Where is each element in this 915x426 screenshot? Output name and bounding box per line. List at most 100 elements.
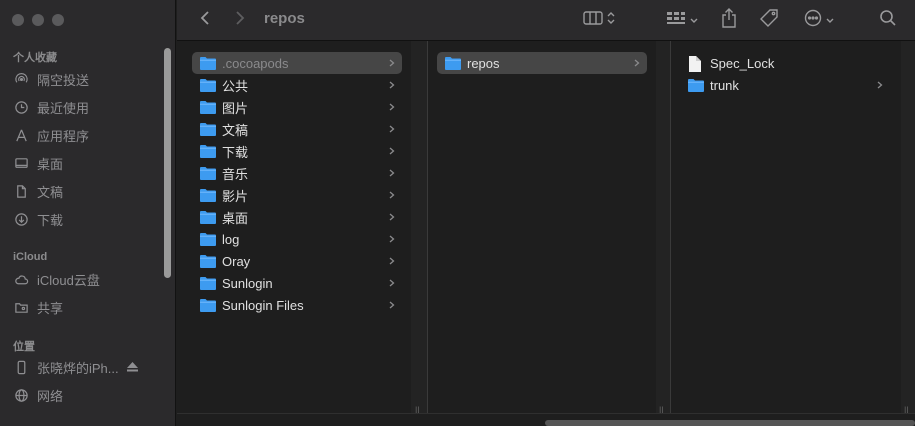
sidebar-item-desktop[interactable]: 桌面 (13, 152, 163, 174)
eject-icon[interactable] (126, 362, 138, 372)
folder-icon (688, 78, 704, 92)
sidebar-item-recents[interactable]: 最近使用 (13, 96, 163, 118)
chevron-right-icon (388, 79, 396, 91)
back-button[interactable] (195, 8, 215, 32)
list-item[interactable]: Sunlogin (192, 272, 402, 294)
chevron-right-icon (388, 145, 396, 157)
chevron-down-icon (690, 11, 698, 29)
folder-icon (200, 144, 216, 158)
sidebar-item-label: 桌面 (37, 156, 64, 172)
chevron-right-icon (388, 101, 396, 113)
folder-icon (200, 100, 216, 114)
group-button[interactable] (662, 8, 702, 32)
chevron-right-icon (388, 255, 396, 267)
minimize-window-button[interactable] (32, 14, 44, 26)
column-browser: .cocoapods 公共 图片 文稿 下载 音乐 影片 桌面 log Oray Sunlogin S… (177, 40, 915, 426)
list-item[interactable]: Oray (192, 250, 402, 272)
horizontal-scroll-area (177, 413, 915, 426)
column-view-icon (583, 10, 603, 30)
sidebar-item-network[interactable]: 网络 (13, 384, 163, 406)
sidebar-item-shared[interactable]: 共享 (13, 296, 163, 318)
list-item[interactable]: 桌面 (192, 206, 402, 228)
horizontal-scrollbar[interactable] (545, 420, 915, 426)
folder-icon (200, 188, 216, 202)
list-item[interactable]: 文稿 (192, 118, 402, 140)
item-label: 文稿 (222, 122, 249, 138)
folder-icon (200, 78, 216, 92)
search-button[interactable] (877, 8, 899, 32)
share-button[interactable] (718, 7, 740, 32)
chevron-right-icon (388, 277, 396, 289)
tag-icon (759, 8, 779, 33)
list-item[interactable]: 音乐 (192, 162, 402, 184)
sidebar-item-label: 文稿 (37, 184, 64, 200)
item-label: 公共 (222, 78, 249, 94)
forward-button[interactable] (230, 8, 250, 32)
item-label: 音乐 (222, 166, 249, 182)
airdrop-icon (13, 71, 29, 87)
item-label: .cocoapods (222, 55, 289, 71)
item-label: 桌面 (222, 210, 249, 226)
sidebar-scrollbar[interactable] (164, 48, 171, 278)
item-label: repos (467, 55, 500, 71)
chevron-right-icon (388, 233, 396, 245)
sidebar-item-label: 下载 (37, 212, 64, 228)
file-icon (688, 56, 704, 72)
recents-icon (13, 99, 29, 115)
list-item[interactable]: Sunlogin Files (192, 294, 402, 316)
toolbar: repos (177, 0, 915, 40)
folder-icon (445, 56, 461, 70)
sidebar-item-label: 隔空投送 (37, 72, 90, 88)
documents-icon (13, 183, 29, 199)
list-item[interactable]: repos (437, 52, 647, 74)
folder-icon (200, 166, 216, 180)
sidebar-item-iphone[interactable]: 张晓烨的iPh... (13, 356, 163, 378)
more-actions-button[interactable] (801, 8, 837, 32)
sidebar-item-downloads[interactable]: 下载 (13, 208, 163, 230)
list-item[interactable]: .cocoapods (192, 52, 402, 74)
column-gutter (901, 41, 915, 413)
sidebar-item-icloud-drive[interactable]: iCloud云盘 (13, 268, 163, 290)
list-item[interactable]: 影片 (192, 184, 402, 206)
zoom-window-button[interactable] (52, 14, 64, 26)
chevron-right-icon (388, 299, 396, 311)
sidebar-item-label: 网络 (37, 388, 64, 404)
list-item[interactable]: 图片 (192, 96, 402, 118)
folder-icon (200, 122, 216, 136)
view-mode-button[interactable] (578, 8, 620, 32)
network-icon (13, 387, 29, 403)
list-item[interactable]: 公共 (192, 74, 402, 96)
chevron-right-icon (876, 79, 884, 91)
sidebar-item-airdrop[interactable]: 隔空投送 (13, 68, 163, 90)
favorites-header: 个人收藏 (13, 52, 57, 64)
chevron-right-icon (388, 189, 396, 201)
sidebar-item-label: 张晓烨的iPh... (37, 360, 119, 376)
list-item[interactable]: Spec_Lock (680, 52, 890, 74)
list-item[interactable]: log (192, 228, 402, 250)
downloads-icon (13, 211, 29, 227)
item-label: 图片 (222, 100, 249, 116)
chevron-right-icon (388, 167, 396, 179)
icloud-header: iCloud (13, 251, 48, 263)
chevron-right-icon (388, 123, 396, 135)
sidebar-item-label: 应用程序 (37, 128, 90, 144)
item-label: Spec_Lock (710, 55, 775, 71)
sidebar-item-applications[interactable]: 应用程序 (13, 124, 163, 146)
forward-icon (235, 10, 245, 31)
item-label: 影片 (222, 188, 249, 204)
tag-button[interactable] (757, 8, 781, 32)
sidebar-item-documents[interactable]: 文稿 (13, 180, 163, 202)
list-item[interactable]: 下载 (192, 140, 402, 162)
item-label: log (222, 231, 240, 247)
more-icon (804, 9, 822, 32)
item-label: 下载 (222, 144, 249, 160)
locations-header: 位置 (13, 341, 35, 353)
list-item[interactable]: trunk (680, 74, 890, 96)
sidebar-item-label: iCloud云盘 (37, 272, 100, 288)
column-repos: Spec_Locktrunk (671, 41, 901, 413)
group-icon (666, 11, 686, 30)
column-gutter (656, 41, 670, 413)
search-icon (879, 9, 897, 32)
close-window-button[interactable] (12, 14, 24, 26)
window-controls (12, 14, 64, 26)
